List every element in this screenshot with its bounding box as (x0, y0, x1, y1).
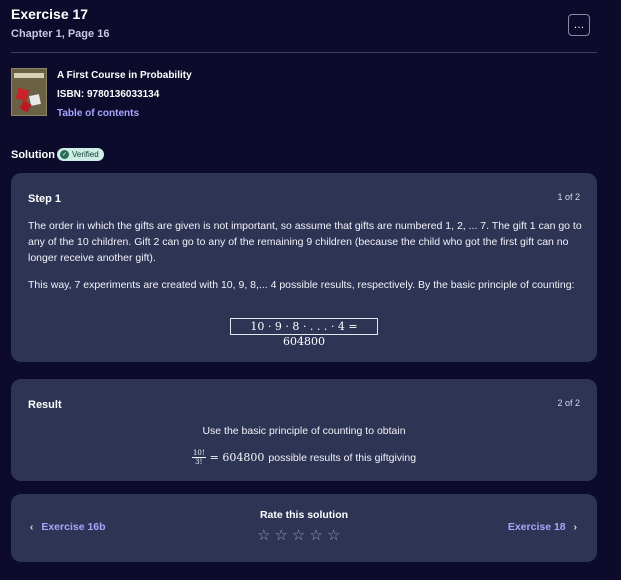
table-of-contents-link[interactable]: Table of contents (57, 108, 192, 119)
step-paragraph-2: This way, 7 experiments are created with… (28, 279, 575, 291)
chevron-right-icon: › (573, 521, 577, 533)
exercise-header: Exercise 17 Chapter 1, Page 16 (11, 6, 109, 40)
book-title: A First Course in Probability (57, 70, 192, 81)
chevron-left-icon: ‹ (30, 521, 34, 533)
chapter-page-subtitle: Chapter 1, Page 16 (11, 28, 110, 40)
rate-solution-label: Rate this solution (259, 509, 349, 521)
result-card: Result 2 of 2 Use the basic principle of… (11, 379, 597, 481)
previous-exercise-link[interactable]: ‹ Exercise 16b (30, 521, 106, 533)
step-paragraph-1: The order in which the gifts are given i… (28, 220, 582, 264)
boxed-formula: 10 · 9 · 8 · . . . · 4 = 604800 (230, 318, 378, 348)
header-divider (11, 52, 597, 53)
star-icon-2[interactable]: ☆ (274, 528, 287, 544)
previous-exercise-label: Exercise 16b (41, 521, 106, 533)
star-icon-3[interactable]: ☆ (292, 528, 305, 544)
ellipsis-icon: … (573, 19, 585, 31)
book-cover-icon[interactable] (11, 68, 47, 116)
fraction-numerator: 10! (191, 449, 206, 458)
star-rating: ☆ ☆ ☆ ☆ ☆ (257, 528, 340, 544)
page-title: Exercise 17 (11, 6, 89, 22)
result-line-1: Use the basic principle of counting to o… (202, 425, 406, 437)
result-title: Result (28, 399, 62, 411)
step-counter: 1 of 2 (557, 192, 580, 202)
fraction: 10! 3! (191, 449, 206, 466)
solution-label: Solution (11, 149, 55, 161)
result-counter: 2 of 2 (557, 398, 580, 408)
next-exercise-link[interactable]: Exercise 18 › (508, 521, 577, 533)
verified-badge: ✓ Verified (57, 148, 104, 161)
star-icon-5[interactable]: ☆ (327, 528, 340, 544)
more-options-button[interactable]: … (568, 14, 590, 36)
navigation-card: ‹ Exercise 16b Rate this solution ☆ ☆ ☆ … (11, 494, 597, 562)
fraction-denominator: 3! (195, 458, 203, 466)
check-icon: ✓ (60, 150, 69, 159)
result-equals: = 604800 (209, 451, 265, 464)
step-1-card: Step 1 1 of 2 The order in which the gif… (11, 173, 597, 362)
star-icon-1[interactable]: ☆ (257, 528, 270, 544)
verified-badge-label: Verified (72, 150, 99, 159)
result-line-2: 10! 3! = 604800 possible results of this… (11, 449, 597, 466)
step-title: Step 1 (28, 193, 62, 205)
next-exercise-label: Exercise 18 (507, 521, 566, 533)
star-icon-4[interactable]: ☆ (309, 528, 322, 544)
book-isbn: ISBN: 9780136033134 (57, 89, 160, 100)
result-line-2-text: possible results of this giftgiving (268, 451, 417, 464)
